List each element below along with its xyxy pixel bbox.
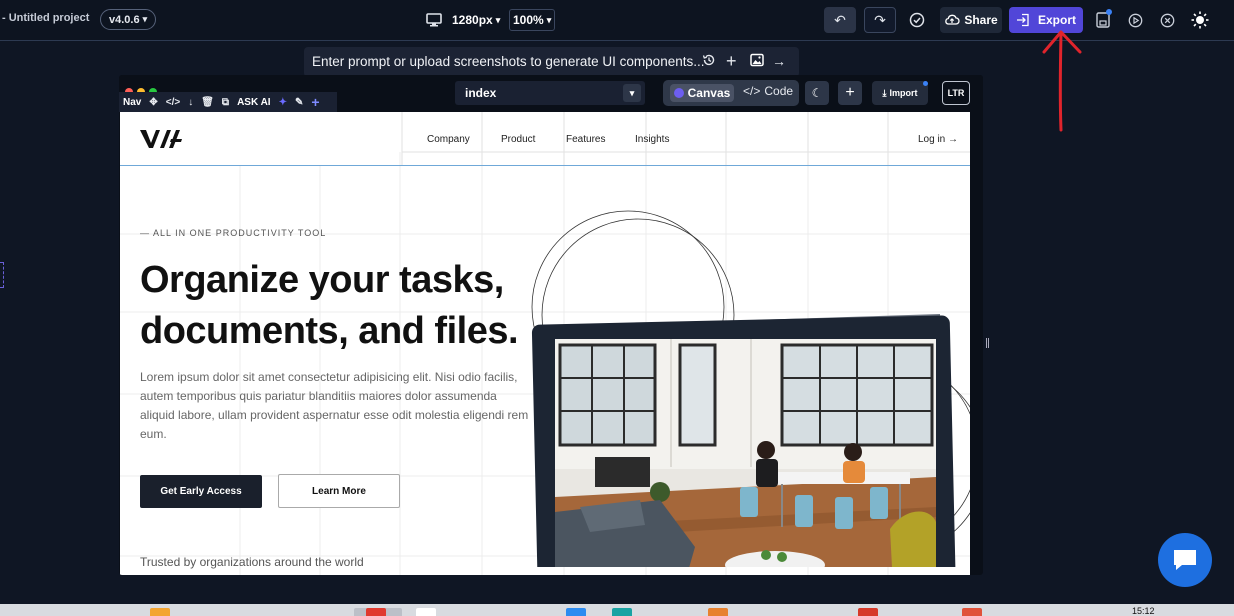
zoom-select[interactable]: 100% ▾ xyxy=(509,9,556,31)
chat-icon xyxy=(1174,550,1196,570)
play-icon[interactable] xyxy=(1126,11,1144,29)
trash-icon[interactable]: 🗑 xyxy=(201,97,214,108)
share-button[interactable]: Share xyxy=(940,7,1002,33)
prompt-bar: Enter prompt or upload screenshots to ge… xyxy=(304,47,799,77)
tab-canvas[interactable]: Canvas xyxy=(670,84,734,102)
share-label: Share xyxy=(964,13,998,27)
chevron-down-icon: ▾ xyxy=(546,14,552,25)
desktop-icon[interactable] xyxy=(425,11,443,29)
export-label: Export xyxy=(1037,13,1076,27)
taskbar-app-icon[interactable] xyxy=(962,608,982,616)
chevron-down-icon: ▾ xyxy=(142,14,148,24)
sparkle-icon[interactable]: ✦ xyxy=(279,97,287,108)
nav-link-product[interactable]: Product xyxy=(501,134,535,145)
redo-icon: ↷ xyxy=(874,11,886,28)
history-icon[interactable] xyxy=(702,53,716,70)
brand-logo[interactable] xyxy=(140,129,182,149)
chevron-down-icon: ▾ xyxy=(495,14,501,25)
annotation-arrow xyxy=(1042,30,1082,132)
get-early-access-button[interactable]: Get Early Access xyxy=(140,475,262,508)
cloud-upload-icon xyxy=(945,14,960,25)
tab-code[interactable]: </> Code xyxy=(743,84,793,98)
view-toggle: Canvas </> Code xyxy=(663,80,799,106)
redo-button[interactable]: ↷ xyxy=(864,7,896,33)
nav-link-features[interactable]: Features xyxy=(566,134,605,145)
version-selector[interactable]: v4.0.6 ▾ xyxy=(100,9,157,30)
learn-more-button[interactable]: Learn More xyxy=(278,474,400,508)
add-icon[interactable]: + xyxy=(726,51,737,72)
site-navbar: Company Product Features Insights Log in… xyxy=(120,112,970,166)
import-label: Import xyxy=(889,88,918,98)
resize-handle[interactable] xyxy=(986,338,989,348)
import-notification-dot xyxy=(923,81,928,86)
nav-link-company[interactable]: Company xyxy=(427,134,470,145)
ltr-label: LTR xyxy=(947,88,965,98)
login-link[interactable]: Log in → xyxy=(918,134,958,145)
check-circle-icon[interactable] xyxy=(908,11,926,29)
move-icon[interactable]: ✥ xyxy=(149,97,157,108)
code-icon: </> xyxy=(743,84,761,98)
project-title[interactable]: - Untitled project xyxy=(2,12,89,24)
page-select-value: index xyxy=(465,86,497,100)
version-label: v4.0.6 xyxy=(109,13,140,26)
hero-description: Lorem ipsum dolor sit amet consectetur a… xyxy=(140,370,529,441)
taskbar-app-icon[interactable] xyxy=(150,608,170,616)
element-toolbar: Nav ✥ </> ↓ 🗑 ⧉ ASK AI ✦ ✎ + xyxy=(119,92,337,112)
taskbar-app-icon[interactable] xyxy=(416,608,436,616)
canvas-window: Nav ✥ </> ↓ 🗑 ⧉ ASK AI ✦ ✎ + index ▾ Can… xyxy=(119,75,983,575)
hero-title: Organize your tasks, documents, and file… xyxy=(140,259,519,352)
taskbar-clock: 15:12 xyxy=(1132,606,1155,616)
canvas-icon xyxy=(673,88,684,98)
undo-icon: ↶ xyxy=(834,11,846,28)
add-page-button[interactable]: + xyxy=(838,81,862,105)
sun-icon[interactable] xyxy=(1190,10,1210,30)
width-select[interactable]: 1280px ▾ xyxy=(449,9,503,31)
element-tag-label: Nav xyxy=(123,96,142,108)
hero-image xyxy=(531,210,970,567)
import-button[interactable]: ⤓ Import xyxy=(872,81,928,105)
chevron-down-icon: ▾ xyxy=(623,84,641,102)
edit-icon[interactable]: ✎ xyxy=(295,97,303,108)
site-preview: Company Product Features Insights Log in… xyxy=(120,112,970,575)
dark-mode-button[interactable]: ☾ xyxy=(805,81,829,105)
zoom-select-value: 100% xyxy=(513,13,544,27)
ltr-button[interactable]: LTR xyxy=(942,81,970,105)
ask-ai-button[interactable]: ASK AI xyxy=(237,97,271,108)
export-icon xyxy=(1016,13,1029,27)
notification-dot xyxy=(1106,9,1112,15)
chat-support-button[interactable] xyxy=(1158,533,1212,587)
add-element-icon[interactable]: + xyxy=(311,94,319,110)
close-circle-icon[interactable] xyxy=(1158,11,1176,29)
left-panel-handle[interactable] xyxy=(0,262,4,288)
trusted-by-text: Trusted by organizations around the worl… xyxy=(140,555,364,569)
hero-eyebrow: — ALL IN ONE PRODUCTIVITY TOOL xyxy=(140,228,327,238)
import-icon: ⤓ xyxy=(882,87,887,98)
canvas-toolbar: Nav ✥ </> ↓ 🗑 ⧉ ASK AI ✦ ✎ + index ▾ Can… xyxy=(119,75,983,112)
moon-icon: ☾ xyxy=(811,86,823,100)
undo-button[interactable]: ↶ xyxy=(824,7,856,33)
width-select-value: 1280px xyxy=(452,13,493,27)
page-select[interactable]: index ▾ xyxy=(455,81,645,105)
nav-link-insights[interactable]: Insights xyxy=(635,134,669,145)
prompt-input[interactable]: Enter prompt or upload screenshots to ge… xyxy=(312,54,704,69)
taskbar-app-icon[interactable] xyxy=(858,608,878,616)
copy-icon[interactable]: ⧉ xyxy=(222,97,229,108)
send-arrow-icon[interactable]: → xyxy=(772,53,786,69)
code-icon[interactable]: </> xyxy=(166,97,180,108)
tab-code-label: Code xyxy=(764,84,794,98)
plus-icon: + xyxy=(845,84,855,101)
taskbar-app-icon[interactable] xyxy=(566,608,586,616)
tab-canvas-label: Canvas xyxy=(687,86,731,100)
arrow-down-icon[interactable]: ↓ xyxy=(188,97,193,108)
chrome-icon[interactable] xyxy=(366,608,386,616)
taskbar-app-icon[interactable] xyxy=(708,608,728,616)
image-upload-icon[interactable] xyxy=(750,53,764,70)
taskbar-app-icon[interactable] xyxy=(612,608,632,616)
